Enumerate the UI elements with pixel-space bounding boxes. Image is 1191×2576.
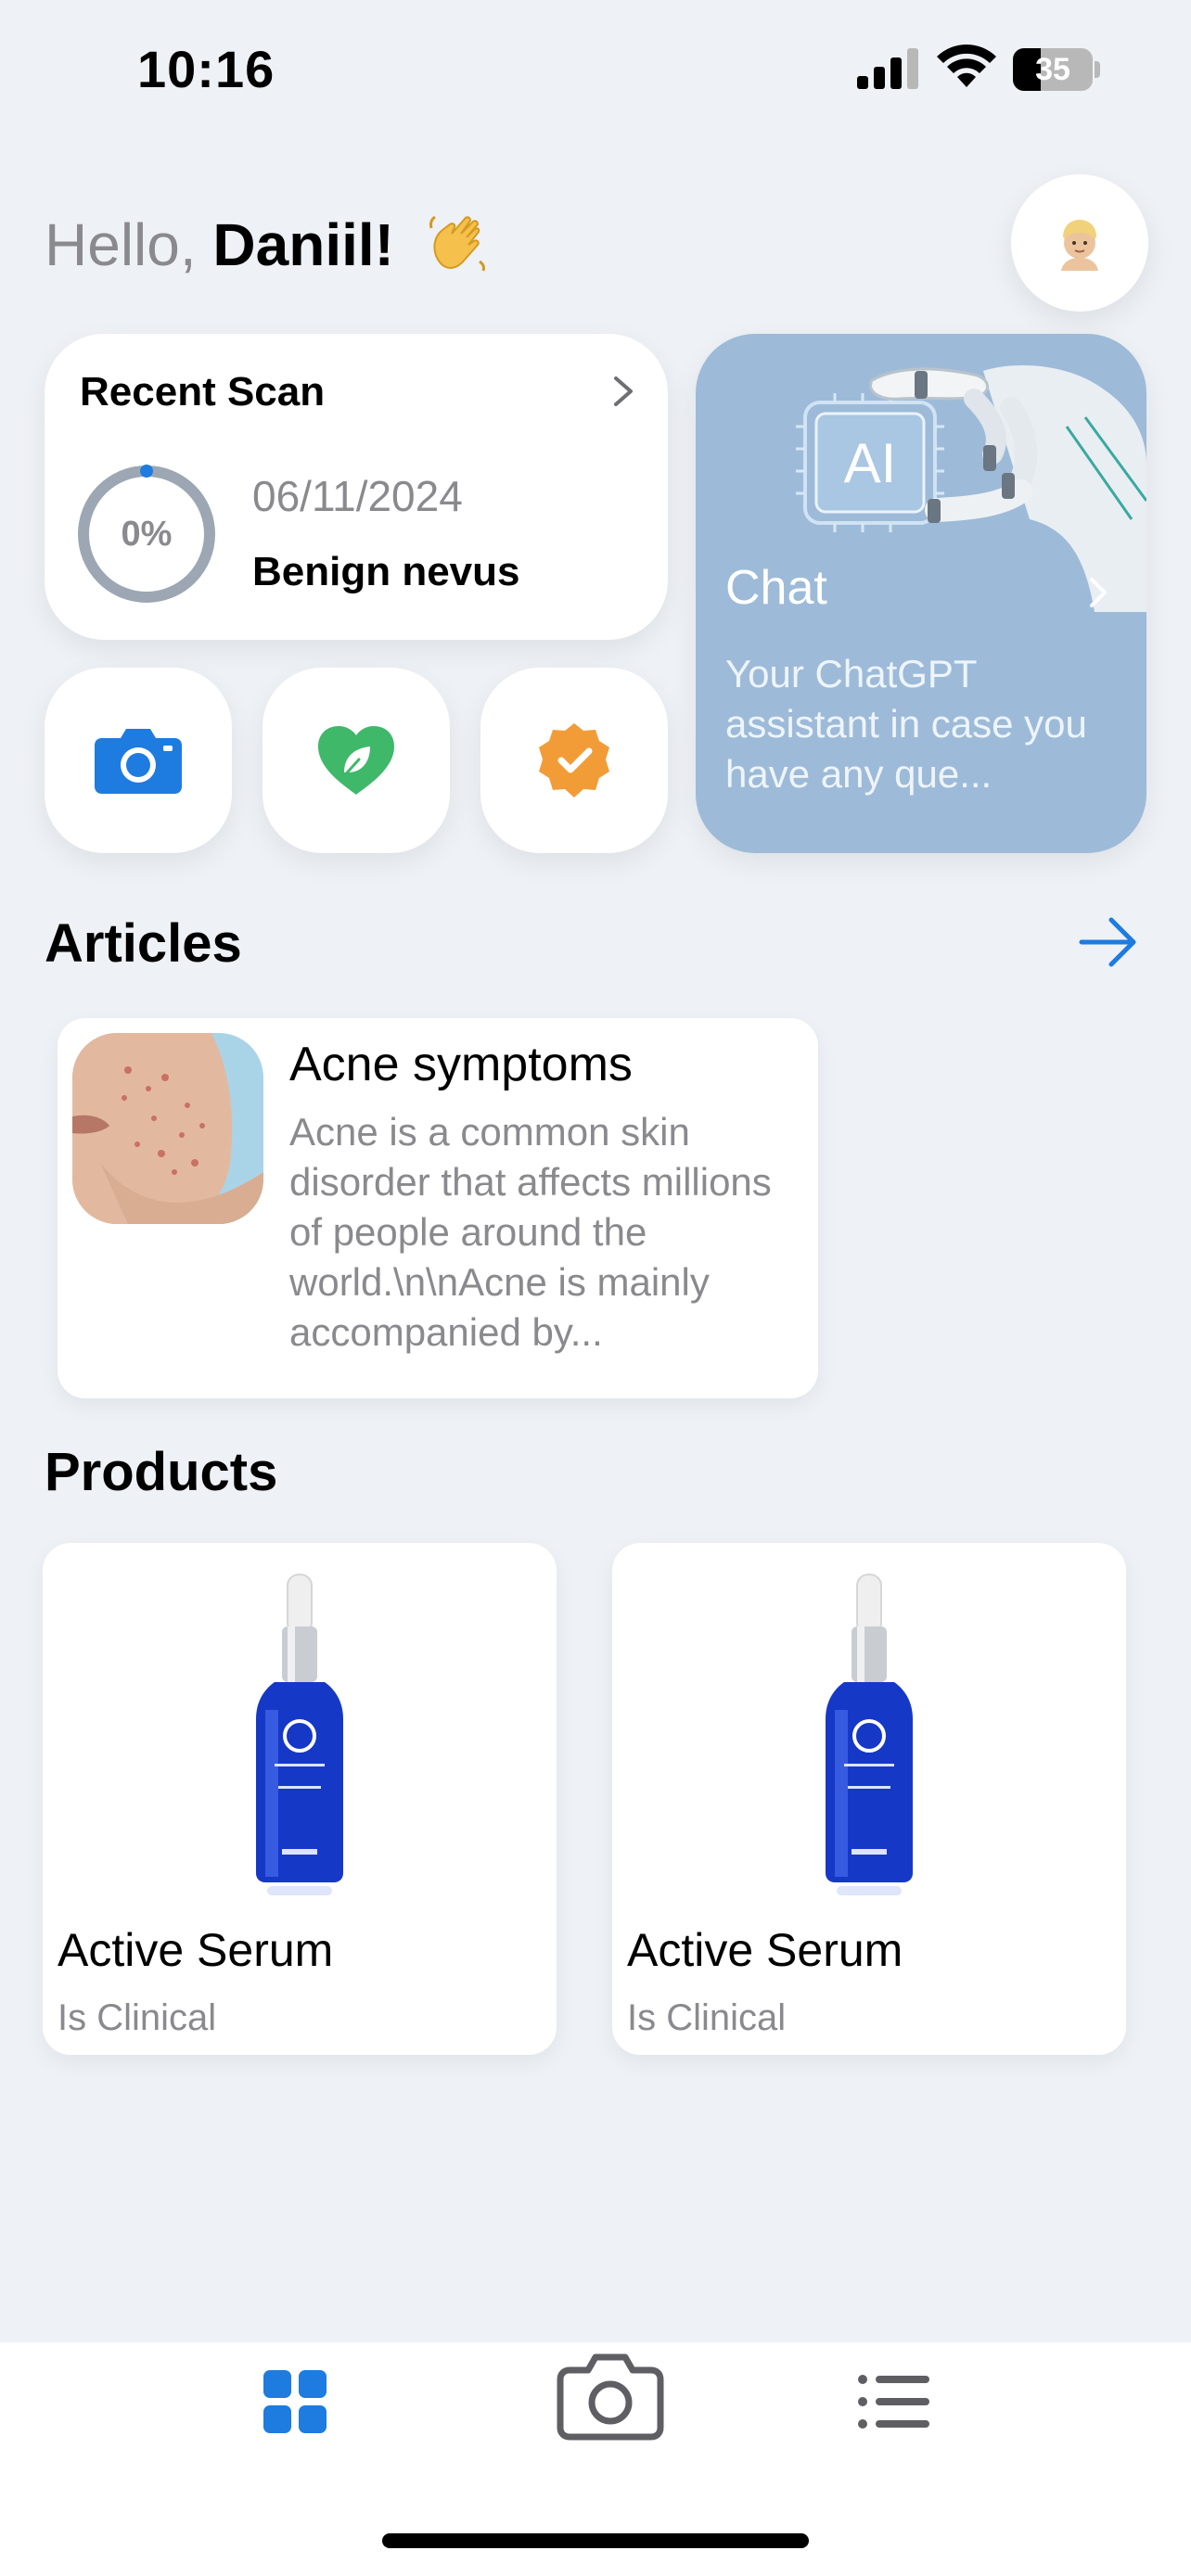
chat-ai-badge: AI [844,432,897,494]
wifi-icon [937,45,996,87]
scan-date: 06/11/2024 [252,472,463,520]
greeting-name: Daniil! [212,211,394,278]
recent-scan-title: Recent Scan [80,369,326,414]
person-avatar-icon [1061,220,1098,271]
home-indicator [382,2533,809,2548]
articles-title: Articles [45,913,242,974]
chat-title: Chat [725,561,827,615]
battery-level: 35 [1035,52,1070,87]
chevron-right-icon [1090,578,1107,607]
chat-description: Your ChatGPT assistant in case you have … [725,652,1087,796]
article-card[interactable]: Acne symptoms Acne is a common skin diso… [58,1018,818,1398]
product-name: Active Serum [627,1924,903,1976]
greeting: Hello, Daniil! [45,208,491,282]
camera-icon [95,729,182,794]
list-icon[interactable] [857,2370,929,2433]
battery-icon: 35 [1013,48,1102,91]
waving-hand-icon [429,215,485,272]
article-title: Acne symptoms [289,1038,633,1091]
status-time: 10:16 [137,40,275,98]
chevron-right-icon [614,376,633,406]
article-excerpt: Acne is a common skin disorder that affe… [289,1110,772,1354]
arrow-right-icon[interactable] [1078,916,1139,968]
avatar[interactable] [1011,174,1148,312]
serum-bottle-image [256,1574,343,1895]
verified-badge-icon [539,723,609,797]
recent-scan-card[interactable]: Recent Scan 0% 06/11/2024 Benign nevus [45,334,668,640]
status-bar: 10:16 35 [0,0,1191,139]
verified-quick-button[interactable] [480,668,668,853]
products-title: Products [45,1442,278,1502]
scan-progress-label: 0% [121,515,173,554]
product-name: Active Serum [58,1924,334,1976]
heart-leaf-icon [318,726,394,795]
product-card[interactable]: Active Serum Is Clinical [43,1543,557,2055]
product-brand: Is Clinical [58,1997,217,2038]
greeting-hello: Hello, [45,211,213,278]
camera-icon[interactable] [557,2352,664,2441]
health-quick-button[interactable] [263,668,450,853]
chat-card[interactable]: AI Chat Your ChatGPT assistant in case y… [696,334,1146,853]
article-thumbnail [72,1033,263,1224]
product-brand: Is Clinical [627,1997,787,2038]
camera-quick-button[interactable] [45,668,232,853]
grid-icon[interactable] [263,2370,327,2433]
cellular-signal-icon [857,48,918,89]
product-card[interactable]: Active Serum Is Clinical [612,1543,1126,2055]
scan-result: Benign nevus [252,549,520,594]
serum-bottle-image [826,1574,913,1895]
